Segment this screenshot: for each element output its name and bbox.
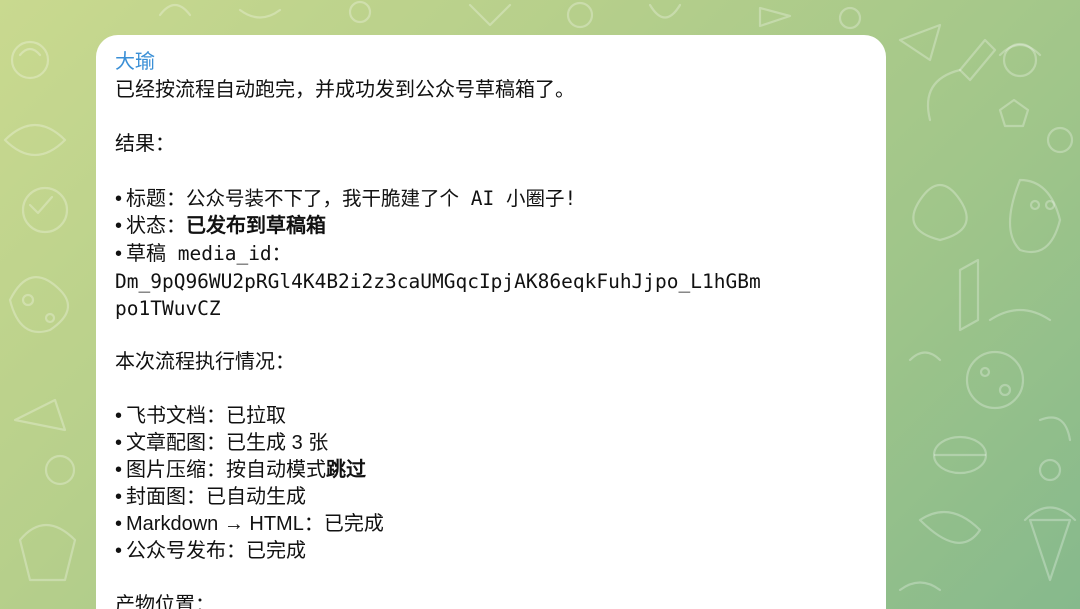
status-label: 状态： [126, 215, 187, 237]
process-item-value: 已完成 [246, 540, 307, 562]
result-heading: 结果： [115, 133, 175, 155]
message-bubble[interactable]: 大瑜 已经按流程自动跑完，并成功发到公众号草稿箱了。 结果： • 标题：公众号装不… [96, 35, 886, 609]
bullet: • [115, 243, 123, 265]
process-item-value-bold: 跳过 [326, 459, 367, 481]
bullet: • [115, 540, 123, 562]
message-intro: 已经按流程自动跑完，并成功发到公众号草稿箱了。 [115, 79, 575, 101]
process-item-label: 文章配图： [126, 432, 227, 454]
process-item-value: 已自动生成 [206, 486, 307, 508]
process-item-label: Markdown → HTML： [126, 513, 324, 535]
draft-label: 草稿 [126, 243, 167, 265]
bullet: • [115, 188, 123, 210]
process-item-label: 图片压缩： [126, 459, 227, 481]
process-item-label: 飞书文档： [126, 405, 227, 427]
title-value: 公众号装不下了，我干脆建了个 AI 小圈子! [186, 187, 577, 210]
process-item-value: 按自动模式 [226, 459, 327, 481]
process-heading: 本次流程执行情况： [115, 351, 295, 373]
output-heading: 产物位置： [115, 594, 215, 609]
bullet: • [115, 432, 123, 454]
status-value: 已发布到草稿箱 [186, 215, 327, 237]
bullet: • [115, 405, 123, 427]
bullet: • [115, 215, 123, 237]
process-item-value: 已完成 [323, 513, 384, 535]
draft-key: media_id： [166, 242, 292, 265]
process-item-value: 已拉取 [226, 405, 287, 427]
process-item-label: 公众号发布： [126, 540, 247, 562]
process-item: • Markdown → HTML：已完成 [115, 511, 866, 538]
result-status-item: • 状态：已发布到草稿箱 [115, 213, 866, 240]
process-item-value: 已生成 3 张 [226, 432, 329, 454]
result-title-item: • 标题：公众号装不下了，我干脆建了个 AI 小圈子! [115, 185, 866, 213]
process-item: • 文章配图：已生成 3 张 [115, 430, 866, 457]
process-item-label: 封面图： [126, 486, 207, 508]
title-label: 标题： [126, 188, 187, 210]
bullet: • [115, 513, 123, 535]
media-id-line-1: Dm_9pQ96WU2pRGl4K4B2i2z3caUMGqcIpjAK86eq… [115, 270, 761, 293]
process-item: • 封面图：已自动生成 [115, 484, 866, 511]
process-item: • 图片压缩：按自动模式跳过 [115, 457, 866, 484]
bullet: • [115, 459, 123, 481]
media-id-line-2: po1TWuvCZ [115, 297, 221, 320]
result-draft-item: • 草稿 media_id： [115, 240, 866, 268]
bullet: • [115, 486, 123, 508]
sender-name[interactable]: 大瑜 [115, 49, 866, 75]
process-item: • 飞书文档：已拉取 [115, 403, 866, 430]
process-item: • 公众号发布：已完成 [115, 538, 866, 565]
